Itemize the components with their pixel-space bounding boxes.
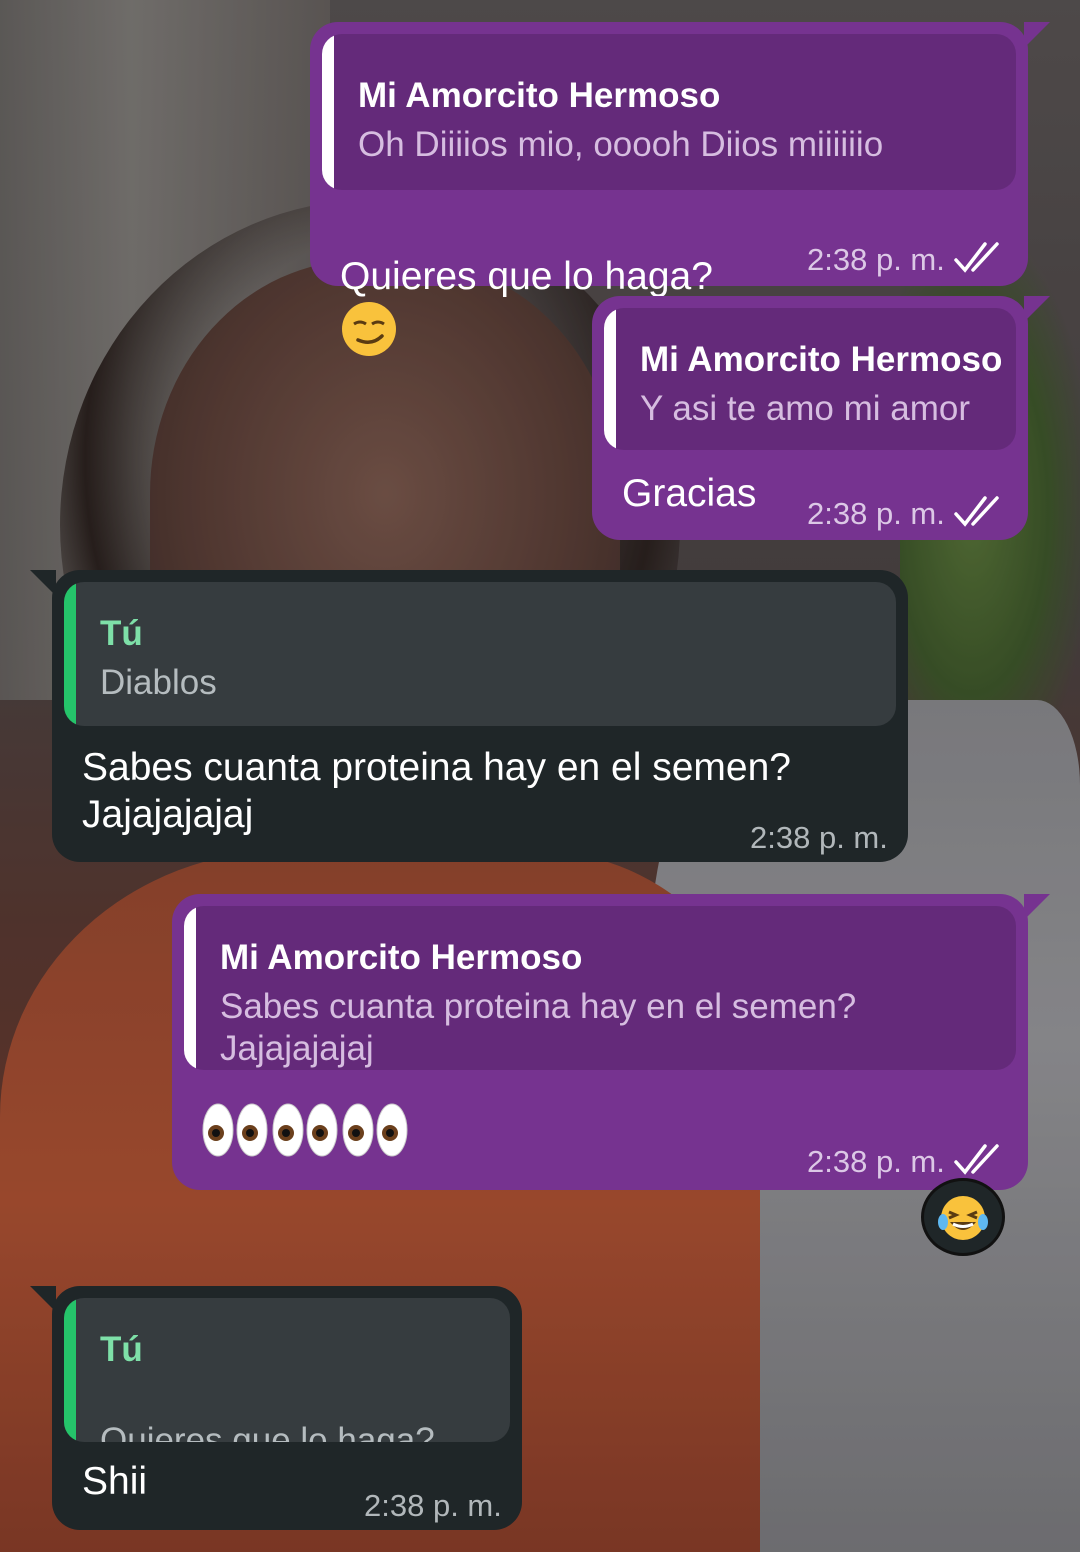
quoted-text: Y asi te amo mi amor (640, 389, 971, 428)
smirk-emoji (342, 302, 396, 356)
eyes-emoji (272, 1103, 338, 1157)
laughing-tears-emoji (938, 1196, 988, 1240)
message-text: Shii (82, 1460, 148, 1503)
quoted-message[interactable]: Mi Amorcito Hermoso Oh Diiiios mio, oooo… (322, 34, 1016, 190)
quoted-sender-name: Mi Amorcito Hermoso (358, 76, 721, 115)
quoted-message[interactable]: Tú Diablos (64, 582, 896, 726)
quoted-text: Quieres que lo haga? (100, 1378, 435, 1442)
double-check-read-icon (954, 496, 999, 527)
quoted-message[interactable]: Tú Quieres que lo haga? (64, 1298, 510, 1442)
quoted-message[interactable]: Mi Amorcito Hermoso Y asi te amo mi amor (604, 308, 1016, 450)
message-text: Sabes cuanta proteina hay en el semen? J… (82, 746, 791, 836)
message-bubble-sent[interactable]: Mi Amorcito Hermoso Oh Diiiios mio, oooo… (310, 22, 1050, 356)
message-time: 2:38 p. m. (750, 820, 888, 855)
message-time: 2:38 p. m. (807, 242, 945, 277)
quoted-sender-name: Tú (100, 1330, 143, 1369)
quoted-sender-name: Tú (100, 614, 143, 653)
message-bubble-sent[interactable]: Mi Amorcito Hermoso Y asi te amo mi amor… (592, 296, 1050, 540)
eyes-emoji (202, 1103, 268, 1157)
double-check-read-icon (954, 242, 999, 273)
eyes-emoji (342, 1103, 408, 1157)
message-reaction[interactable] (921, 1178, 1005, 1256)
message-time: 2:38 p. m. (807, 1144, 945, 1179)
quoted-sender-name: Mi Amorcito Hermoso (220, 938, 583, 977)
quoted-sender-name: Mi Amorcito Hermoso (640, 340, 1003, 379)
quoted-text: Oh Diiiios mio, ooooh Diios miiiiiio (358, 125, 884, 164)
quoted-text: Diablos (100, 663, 217, 702)
message-text: Gracias (622, 472, 757, 515)
message-bubble-sent[interactable]: Mi Amorcito Hermoso Sabes cuanta protein… (172, 894, 1050, 1190)
message-time: 2:38 p. m. (807, 496, 945, 531)
message-bubble-received[interactable]: Tú Diablos Sabes cuanta proteina hay en … (30, 570, 908, 862)
quoted-message[interactable]: Mi Amorcito Hermoso Sabes cuanta protein… (184, 906, 1016, 1070)
message-bubble-received[interactable]: Tú Quieres que lo haga? Shii 2:38 p. m. (30, 1286, 522, 1530)
quoted-text: Sabes cuanta proteina hay en el semen? J… (220, 987, 857, 1068)
message-time: 2:38 p. m. (364, 1488, 502, 1523)
eyes-emoji-row (200, 1100, 410, 1160)
double-check-read-icon (954, 1144, 999, 1175)
